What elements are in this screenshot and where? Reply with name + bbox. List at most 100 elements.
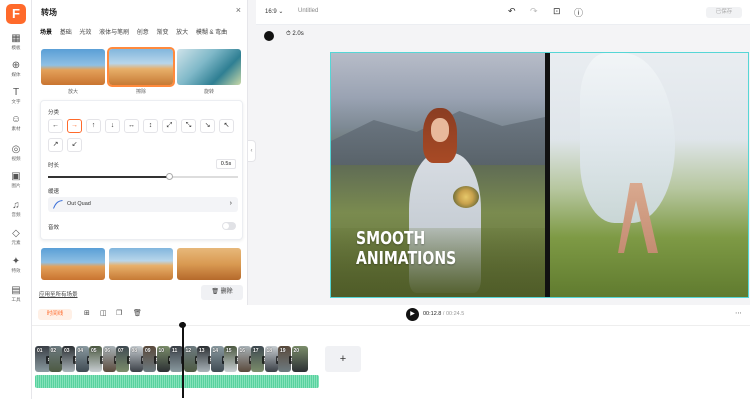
scene-duration[interactable]: ⏱ 2.0s bbox=[286, 31, 304, 38]
transition-thumb[interactable] bbox=[177, 248, 241, 280]
transition-thumb-wipe[interactable] bbox=[107, 47, 175, 87]
duration-slider[interactable] bbox=[48, 173, 238, 180]
overlay-title[interactable]: SMOOTH ANIMATIONS bbox=[356, 229, 456, 269]
rail-item-effects[interactable]: ✦ 特效 bbox=[0, 256, 32, 278]
tab-scene[interactable]: 场景 bbox=[40, 27, 52, 37]
trash-icon[interactable]: 🗑 bbox=[133, 309, 142, 317]
direction-down-right[interactable]: ↘ bbox=[200, 119, 215, 133]
timeline-clip[interactable]: 20 bbox=[291, 346, 308, 372]
direction-left[interactable]: ← bbox=[48, 119, 63, 133]
clip-number: 04 bbox=[77, 348, 84, 354]
editor-app: F ▦ 模板 ⊕ 媒体 T 文字 ☺ 素材 ◎ 视频 ▣ 图片 ♫ 音频 ◇ 元素 ✦ 特效 ▤ 工… bbox=[0, 0, 750, 399]
rail-item-video[interactable]: ◎ 视频 bbox=[0, 144, 32, 166]
rail-item-templates[interactable]: ▦ 模板 bbox=[0, 33, 32, 55]
rail-item-tools[interactable]: ▤ 工具 bbox=[0, 285, 32, 307]
tab-zoom[interactable]: 放大 bbox=[176, 27, 188, 36]
transition-thumb[interactable] bbox=[109, 248, 173, 280]
transition-thumb-zoom[interactable] bbox=[41, 49, 105, 85]
tab-gradient[interactable]: 渐变 bbox=[156, 27, 168, 36]
playback-bar: 时间线 ⊞ ◫ ❐ 🗑 ▶ 00:12.8 / 00:24.5 ⋯ bbox=[32, 305, 750, 325]
rail-label: 特效 bbox=[11, 268, 21, 273]
panel-title: 转场 bbox=[41, 8, 57, 17]
rail-item-audio[interactable]: ♫ 音频 bbox=[0, 200, 32, 222]
redo-icon[interactable]: ↷ bbox=[530, 6, 538, 17]
rail-item-media[interactable]: ⊕ 媒体 bbox=[0, 60, 32, 82]
scene-woman-field: SMOOTH ANIMATIONS bbox=[331, 53, 545, 297]
direction-right[interactable]: → bbox=[67, 119, 82, 133]
clip-number: 19 bbox=[280, 348, 286, 354]
delete-label: 删除 bbox=[220, 289, 233, 295]
clip-number: 11 bbox=[172, 348, 178, 354]
saved-button[interactable]: 已保存 bbox=[706, 7, 742, 18]
transition-thumb[interactable] bbox=[41, 248, 105, 280]
direction-up[interactable]: ↑ bbox=[86, 119, 101, 133]
delete-button[interactable]: 🗑 删除 bbox=[201, 285, 243, 300]
rail-label: 音频 bbox=[11, 212, 21, 217]
clip-number: 09 bbox=[145, 348, 151, 354]
add-clip-button[interactable]: + bbox=[325, 346, 361, 372]
direction-horizontal[interactable]: ↔ bbox=[124, 119, 139, 133]
direction-up-right[interactable]: ↗ bbox=[48, 138, 63, 152]
undo-icon[interactable]: ↶ bbox=[508, 6, 516, 17]
rail-item-stickers[interactable]: ☺ 素材 bbox=[0, 114, 32, 136]
more-options-icon[interactable]: ⋯ bbox=[735, 309, 742, 317]
easing-select[interactable]: Out Quad › bbox=[48, 197, 238, 212]
clip-number: 17 bbox=[253, 348, 259, 354]
close-icon[interactable]: × bbox=[236, 5, 241, 15]
clip-number: 16 bbox=[239, 348, 246, 354]
playhead[interactable] bbox=[179, 322, 185, 398]
thumb-label: 放大 bbox=[67, 89, 78, 95]
project-title[interactable]: Untitled bbox=[298, 8, 318, 14]
audio-track[interactable] bbox=[35, 375, 319, 388]
text-icon: T bbox=[12, 87, 20, 98]
sound-toggle[interactable] bbox=[222, 222, 236, 230]
collapse-panel-handle[interactable]: ‹ bbox=[248, 140, 256, 162]
background-color-swatch[interactable] bbox=[264, 31, 274, 41]
grid-icon: ▦ bbox=[11, 33, 21, 44]
tools-icon: ▤ bbox=[11, 285, 21, 296]
aspect-ratio-select[interactable]: 16:9 ⌄ bbox=[265, 8, 283, 15]
direction-down-left[interactable]: ↙ bbox=[67, 138, 82, 152]
direction-down[interactable]: ↓ bbox=[105, 119, 120, 133]
apply-all-link[interactable]: 应用至所有场景 bbox=[39, 290, 78, 298]
rail-item-image[interactable]: ▣ 图片 bbox=[0, 171, 32, 193]
scene-dancer-grass bbox=[550, 53, 748, 297]
tab-blur[interactable]: 模糊 & 弯曲 bbox=[196, 27, 227, 36]
rail-label: 模板 bbox=[11, 45, 21, 50]
direction-diagonal-out[interactable]: ⤢ bbox=[162, 119, 177, 133]
dancer-dress bbox=[580, 53, 675, 223]
preview-stage[interactable]: SMOOTH ANIMATIONS bbox=[330, 52, 749, 298]
direction-diagonal-in[interactable]: ⤡ bbox=[181, 119, 196, 133]
tab-liquid[interactable]: 液体与笔刷 bbox=[99, 27, 129, 36]
help-icon[interactable]: ⓘ bbox=[574, 6, 583, 19]
current-time: 00:12.8 bbox=[423, 311, 442, 317]
add-scene-icon[interactable]: ⊞ bbox=[84, 309, 90, 317]
duration-input[interactable]: 0.5s bbox=[216, 159, 236, 169]
thumb-label: 擦除 bbox=[135, 89, 146, 95]
rail-item-text[interactable]: T 文字 bbox=[0, 87, 32, 109]
chevron-right-icon: › bbox=[229, 200, 232, 207]
split-icon[interactable]: ◫ bbox=[100, 309, 107, 317]
duration-label: 时长 bbox=[48, 163, 60, 169]
screenshot-icon[interactable]: ⊡ bbox=[553, 6, 561, 17]
music-icon: ♫ bbox=[12, 200, 20, 211]
tab-basic[interactable]: 基础 bbox=[60, 27, 72, 36]
thumb-label: 旋转 bbox=[203, 89, 214, 95]
direction-vertical[interactable]: ↕ bbox=[143, 119, 158, 133]
flower-bouquet bbox=[453, 186, 479, 208]
trash-icon: 🗑 bbox=[211, 289, 221, 295]
left-rail: F ▦ 模板 ⊕ 媒体 T 文字 ☺ 素材 ◎ 视频 ▣ 图片 ♫ 音频 ◇ 元素 ✦ 特效 ▤ 工… bbox=[0, 0, 32, 399]
play-button[interactable]: ▶ bbox=[406, 308, 419, 321]
clip-number: 06 bbox=[104, 348, 111, 354]
direction-up-left[interactable]: ↖ bbox=[219, 119, 234, 133]
clip-number: 13 bbox=[199, 348, 205, 354]
canvas-toolbar: ⏱ 2.0s bbox=[256, 27, 750, 45]
timeline-mode-button[interactable]: 时间线 bbox=[38, 309, 72, 320]
app-logo[interactable]: F bbox=[6, 4, 26, 24]
tab-creative[interactable]: 创意 bbox=[137, 27, 149, 36]
tab-light[interactable]: 光效 bbox=[79, 27, 91, 36]
rail-item-elements[interactable]: ◇ 元素 bbox=[0, 228, 32, 250]
duration-slider-knob[interactable] bbox=[166, 173, 174, 180]
duplicate-icon[interactable]: ❐ bbox=[116, 309, 122, 317]
transition-thumb-rotate[interactable] bbox=[177, 49, 241, 85]
